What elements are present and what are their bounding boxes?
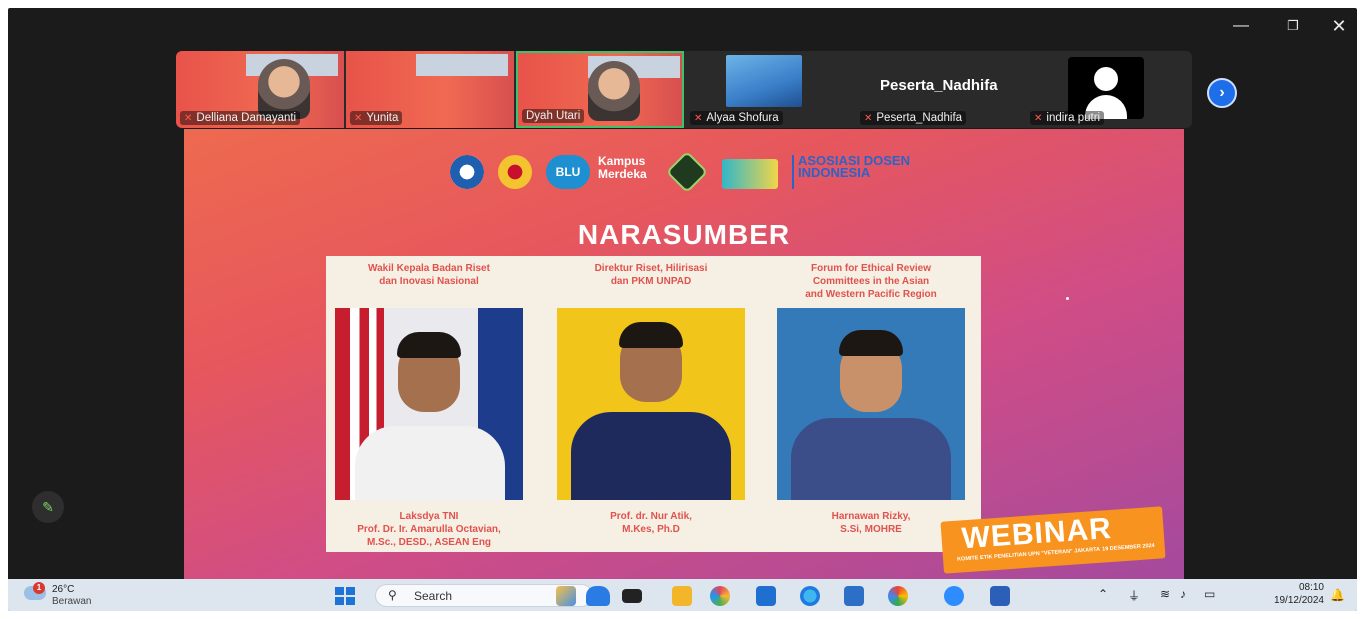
usb-icon[interactable]: ⏚ [1128,587,1140,604]
participant-name: Peserta_Nadhifa [876,112,963,124]
file-explorer-icon[interactable] [672,586,692,606]
windows-taskbar: 1 26°C Berawan ⚲ Search ⌃ ⏚ ≋ ♪ ▭ 08:10 … [8,579,1357,611]
maximize-button[interactable]: ❐ [1278,14,1308,38]
windows-logo-pane [335,587,344,595]
participant-tile[interactable]: Peserta_Nadhifa ✕ Peserta_Nadhifa [856,51,1024,128]
people-icon[interactable] [586,586,610,606]
clock-time[interactable]: 08:10 [1278,582,1324,593]
pen-icon: ✎ [42,499,54,515]
notification-bell-icon[interactable]: 🔔 [1330,588,1345,602]
chevron-right-icon: › [1219,84,1225,101]
speaker-card: Wakil Kepala Badan Riset dan Inovasi Nas… [326,256,532,552]
speaker-name: Prof. dr. Nur Atik, M.Kes, Ph.D [610,511,692,535]
close-button[interactable]: ✕ [1324,14,1354,38]
widgets-icon[interactable] [556,586,576,606]
speaker-hair [619,322,683,348]
asosiasi-dosen-logo: ASOSIASI DOSEN INDONESIA [792,154,912,189]
chevron-up-icon[interactable]: ⌃ [1098,587,1108,601]
annotate-pen-button[interactable]: ✎ [32,491,64,523]
speaker-photo [335,308,523,500]
participant-name: Dyah Utari [526,110,581,122]
participant-name-label: Dyah Utari [522,109,585,123]
cursor-dot [1066,297,1069,300]
edge-icon[interactable] [800,586,820,606]
slide-title: NARASUMBER [577,219,791,250]
participant-name-label: ✕ Yunita [350,111,403,125]
participant-display-name: Peserta_Nadhifa [880,77,998,94]
avatar-head [1094,67,1118,91]
speaker-icon[interactable]: ♪ [1180,587,1186,601]
speaker-shirt [791,418,951,500]
mic-muted-icon: ✕ [864,113,873,124]
participant-name-label: ✕ indira putri [1030,111,1105,125]
clock-date[interactable]: 19/12/2024 [1250,595,1324,606]
weather-temp: 26°C [52,584,75,595]
participant-name-label: ✕ Delliana Damayanti [180,111,301,125]
start-button[interactable] [335,587,355,605]
participant-name-label: ✕ Alyaa Shofura [690,111,783,125]
default-avatar-icon [1068,57,1144,119]
kampus-merdeka-logo: Kampus Merdeka [598,154,647,181]
windows-logo-pane [346,597,355,605]
wifi-icon[interactable]: ≋ [1160,587,1170,601]
speaker-panel: Wakil Kepala Badan Riset dan Inovasi Nas… [326,256,981,552]
speaker-name: Laksdya TNI Prof. Dr. Ir. Amarulla Octav… [357,511,501,548]
store-icon[interactable] [756,586,776,606]
speaker-hair [839,330,903,356]
participant-name: Delliana Damayanti [196,112,297,124]
blu-logo: BLU [546,155,590,189]
participant-name-label: ✕ Peserta_Nadhifa [860,111,967,125]
logo-row: BLU Kampus Merdeka ASOSIASI DOSEN INDONE… [446,150,916,197]
university-logo [498,155,532,189]
zoom-icon[interactable] [944,586,964,606]
participant-photo [726,55,802,107]
speaker-photo [557,308,745,500]
mic-muted-icon: ✕ [354,113,363,124]
speaker-card: Forum for Ethical Review Committees in t… [768,256,974,552]
zoom-window: — ❐ ✕ ✕ Delliana Damayanti ✕ Yunita Dyah U… [8,8,1357,611]
windows-logo-pane [335,597,344,605]
ethics-committee-logo [665,150,709,194]
word-icon[interactable] [990,586,1010,606]
copilot-icon[interactable] [710,586,730,606]
weather-widget[interactable]: 1 26°C Berawan [24,582,124,608]
speaker-role: Direktur Riset, Hilirisasi dan PKM UNPAD [594,263,708,287]
windows-logo-pane [346,587,355,595]
participant-video [258,59,310,119]
participant-name: Yunita [366,112,399,124]
next-participants-button[interactable]: › [1207,78,1237,108]
weather-condition: Berawan [52,596,92,607]
speaker-uniform [355,426,505,500]
participant-name: Alyaa Shofura [706,112,779,124]
kemendikbud-logo [450,155,484,189]
battery-icon[interactable]: ▭ [1204,587,1215,601]
slide-header-thumb [416,54,508,76]
participant-video [588,61,640,121]
search-placeholder: Search [414,589,453,603]
participant-tile-active-speaker[interactable]: Dyah Utari [516,51,684,128]
notification-badge: 1 [33,582,45,594]
participant-tile[interactable]: ✕ Yunita [346,51,514,128]
speaker-photo [777,308,965,500]
speaker-card: Direktur Riset, Hilirisasi dan PKM UNPAD… [548,256,754,552]
books-logo [722,159,778,189]
app-icon[interactable] [844,586,864,606]
task-view-icon[interactable] [622,589,642,603]
minimize-button[interactable]: — [1226,14,1256,38]
speaker-role: Wakil Kepala Badan Riset dan Inovasi Nas… [368,263,490,287]
participant-tile[interactable]: ✕ indira putri [1026,51,1192,128]
participant-strip: ✕ Delliana Damayanti ✕ Yunita Dyah Utari ✕… [176,51,1192,128]
speaker-suit [571,412,731,500]
mic-muted-icon: ✕ [1034,113,1043,124]
participant-name: indira putri [1046,112,1101,124]
speaker-role: Forum for Ethical Review Committees in t… [805,263,937,300]
search-icon: ⚲ [388,588,397,602]
chrome-icon[interactable] [888,586,908,606]
mic-muted-icon: ✕ [184,113,193,124]
participant-tile[interactable]: ✕ Delliana Damayanti [176,51,344,128]
participant-tile[interactable]: ✕ Alyaa Shofura [686,51,854,128]
speaker-hair [397,332,461,358]
mic-muted-icon: ✕ [694,113,703,124]
shared-screen-slide: BLU Kampus Merdeka ASOSIASI DOSEN INDONE… [184,129,1184,590]
